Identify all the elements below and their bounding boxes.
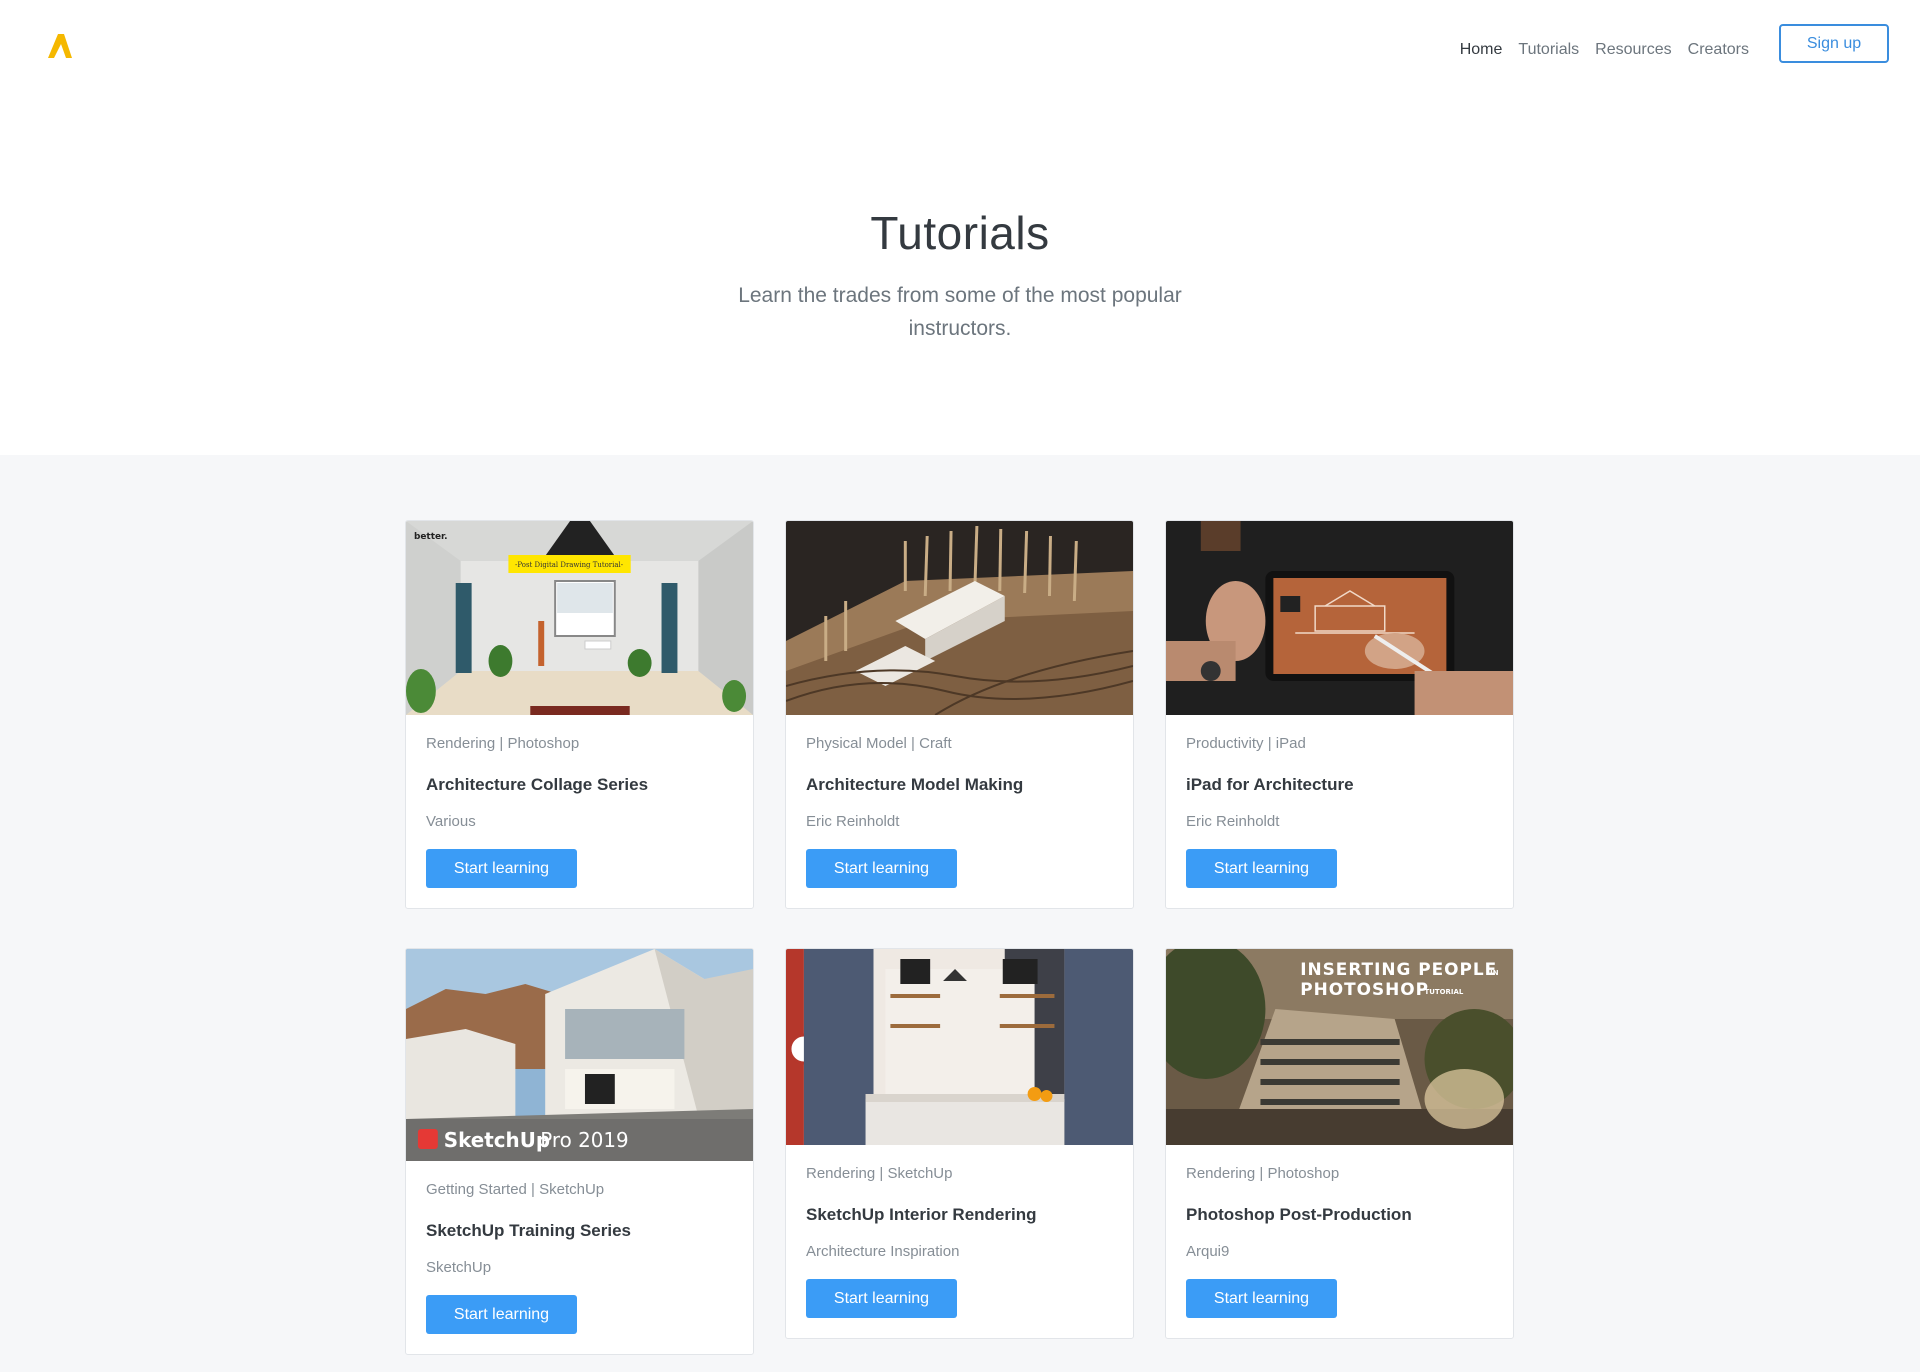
thumb-heading: INSERTING PEOPLE <box>1300 959 1497 979</box>
card-title[interactable]: SketchUp Training Series <box>426 1221 733 1241</box>
card-author: Architecture Inspiration <box>806 1243 960 1260</box>
hero: Tutorials Learn the trades from some of … <box>0 96 1920 455</box>
card-tags: Productivity | iPad <box>1186 735 1306 752</box>
card-tags: Rendering | SketchUp <box>806 1165 953 1182</box>
card-title[interactable]: Architecture Collage Series <box>426 775 733 795</box>
tutorial-card[interactable]: Productivity | iPad iPad for Architectur… <box>1165 520 1514 909</box>
page-subtitle: Learn the trades from some of the most p… <box>738 284 1182 340</box>
card-author: Eric Reinholdt <box>806 813 900 830</box>
start-learning-button[interactable]: Start learning <box>1186 849 1337 888</box>
page-title: Tutorials <box>870 207 1050 259</box>
start-learning-button[interactable]: Start learning <box>806 1279 957 1318</box>
thumb-logo-text: SketchUp <box>444 1128 550 1152</box>
sign-up-button[interactable]: Sign up <box>1779 24 1889 63</box>
navbar: Home Tutorials Resources Creators Sign u… <box>0 0 1920 96</box>
photoshop-people-image: INSERTING PEOPLE IN PHOTOSHOP TUTORIAL <box>1166 949 1513 1145</box>
card-author: Arqui9 <box>1186 1243 1230 1260</box>
nav-home[interactable]: Home <box>1452 40 1511 60</box>
thumb-heading-in: IN <box>1490 969 1499 977</box>
card-author: Eric Reinholdt <box>1186 813 1280 830</box>
tutorials-grid: -Post Digital Drawing Tutorial- better. … <box>0 455 1920 1372</box>
tutorial-card[interactable]: Rendering | SketchUp SketchUp Interior R… <box>785 948 1134 1339</box>
card-author: SketchUp <box>426 1259 492 1276</box>
card-tags: Getting Started | SketchUp <box>426 1181 605 1198</box>
thumb-brand: better. <box>414 532 448 542</box>
collage-interior-image: -Post Digital Drawing Tutorial- better. <box>406 521 753 715</box>
card-thumbnail[interactable]: SketchUp Pro 2019 <box>406 949 753 1161</box>
card-thumbnail[interactable] <box>1166 521 1513 715</box>
tutorial-card[interactable]: INSERTING PEOPLE IN PHOTOSHOP TUTORIAL R… <box>1165 948 1514 1339</box>
tutorial-card[interactable]: -Post Digital Drawing Tutorial- better. … <box>405 520 754 909</box>
card-title[interactable]: iPad for Architecture <box>1186 775 1493 795</box>
nav-creators[interactable]: Creators <box>1680 40 1757 60</box>
card-author: Various <box>426 813 476 830</box>
kitchen-interior-image <box>786 949 1133 1145</box>
nav-tutorials[interactable]: Tutorials <box>1510 40 1587 60</box>
card-tags: Rendering | Photoshop <box>1186 1165 1340 1182</box>
card-title[interactable]: Photoshop Post-Production <box>1186 1205 1493 1225</box>
nav-resources[interactable]: Resources <box>1587 40 1679 60</box>
model-making-image <box>786 521 1133 715</box>
ipad-drawing-image <box>1166 521 1513 715</box>
start-learning-button[interactable]: Start learning <box>806 849 957 888</box>
a-logo-icon[interactable] <box>44 30 76 62</box>
card-title[interactable]: Architecture Model Making <box>806 775 1113 795</box>
sketchup-building-image: SketchUp Pro 2019 <box>406 949 753 1161</box>
card-tags: Rendering | Photoshop <box>426 735 580 752</box>
card-thumbnail[interactable] <box>786 521 1133 715</box>
tutorial-card[interactable]: Physical Model | Craft Architecture Mode… <box>785 520 1134 909</box>
thumb-heading-2: PHOTOSHOP <box>1300 979 1429 999</box>
card-tags: Physical Model | Craft <box>806 735 952 752</box>
start-learning-button[interactable]: Start learning <box>426 849 577 888</box>
start-learning-button[interactable]: Start learning <box>1186 1279 1337 1318</box>
tutorial-card[interactable]: SketchUp Pro 2019 Getting Started | Sket… <box>405 948 754 1355</box>
thumb-caption: -Post Digital Drawing Tutorial- <box>515 561 624 569</box>
card-thumbnail[interactable] <box>786 949 1133 1145</box>
start-learning-button[interactable]: Start learning <box>426 1295 577 1334</box>
card-title[interactable]: SketchUp Interior Rendering <box>806 1205 1113 1225</box>
card-thumbnail[interactable]: -Post Digital Drawing Tutorial- better. <box>406 521 753 715</box>
thumb-logo-version: Pro 2019 <box>540 1128 628 1152</box>
thumb-heading-tag: TUTORIAL <box>1425 988 1464 996</box>
card-thumbnail[interactable]: INSERTING PEOPLE IN PHOTOSHOP TUTORIAL <box>1166 949 1513 1145</box>
nav-links: Home Tutorials Resources Creators <box>1452 40 1757 60</box>
